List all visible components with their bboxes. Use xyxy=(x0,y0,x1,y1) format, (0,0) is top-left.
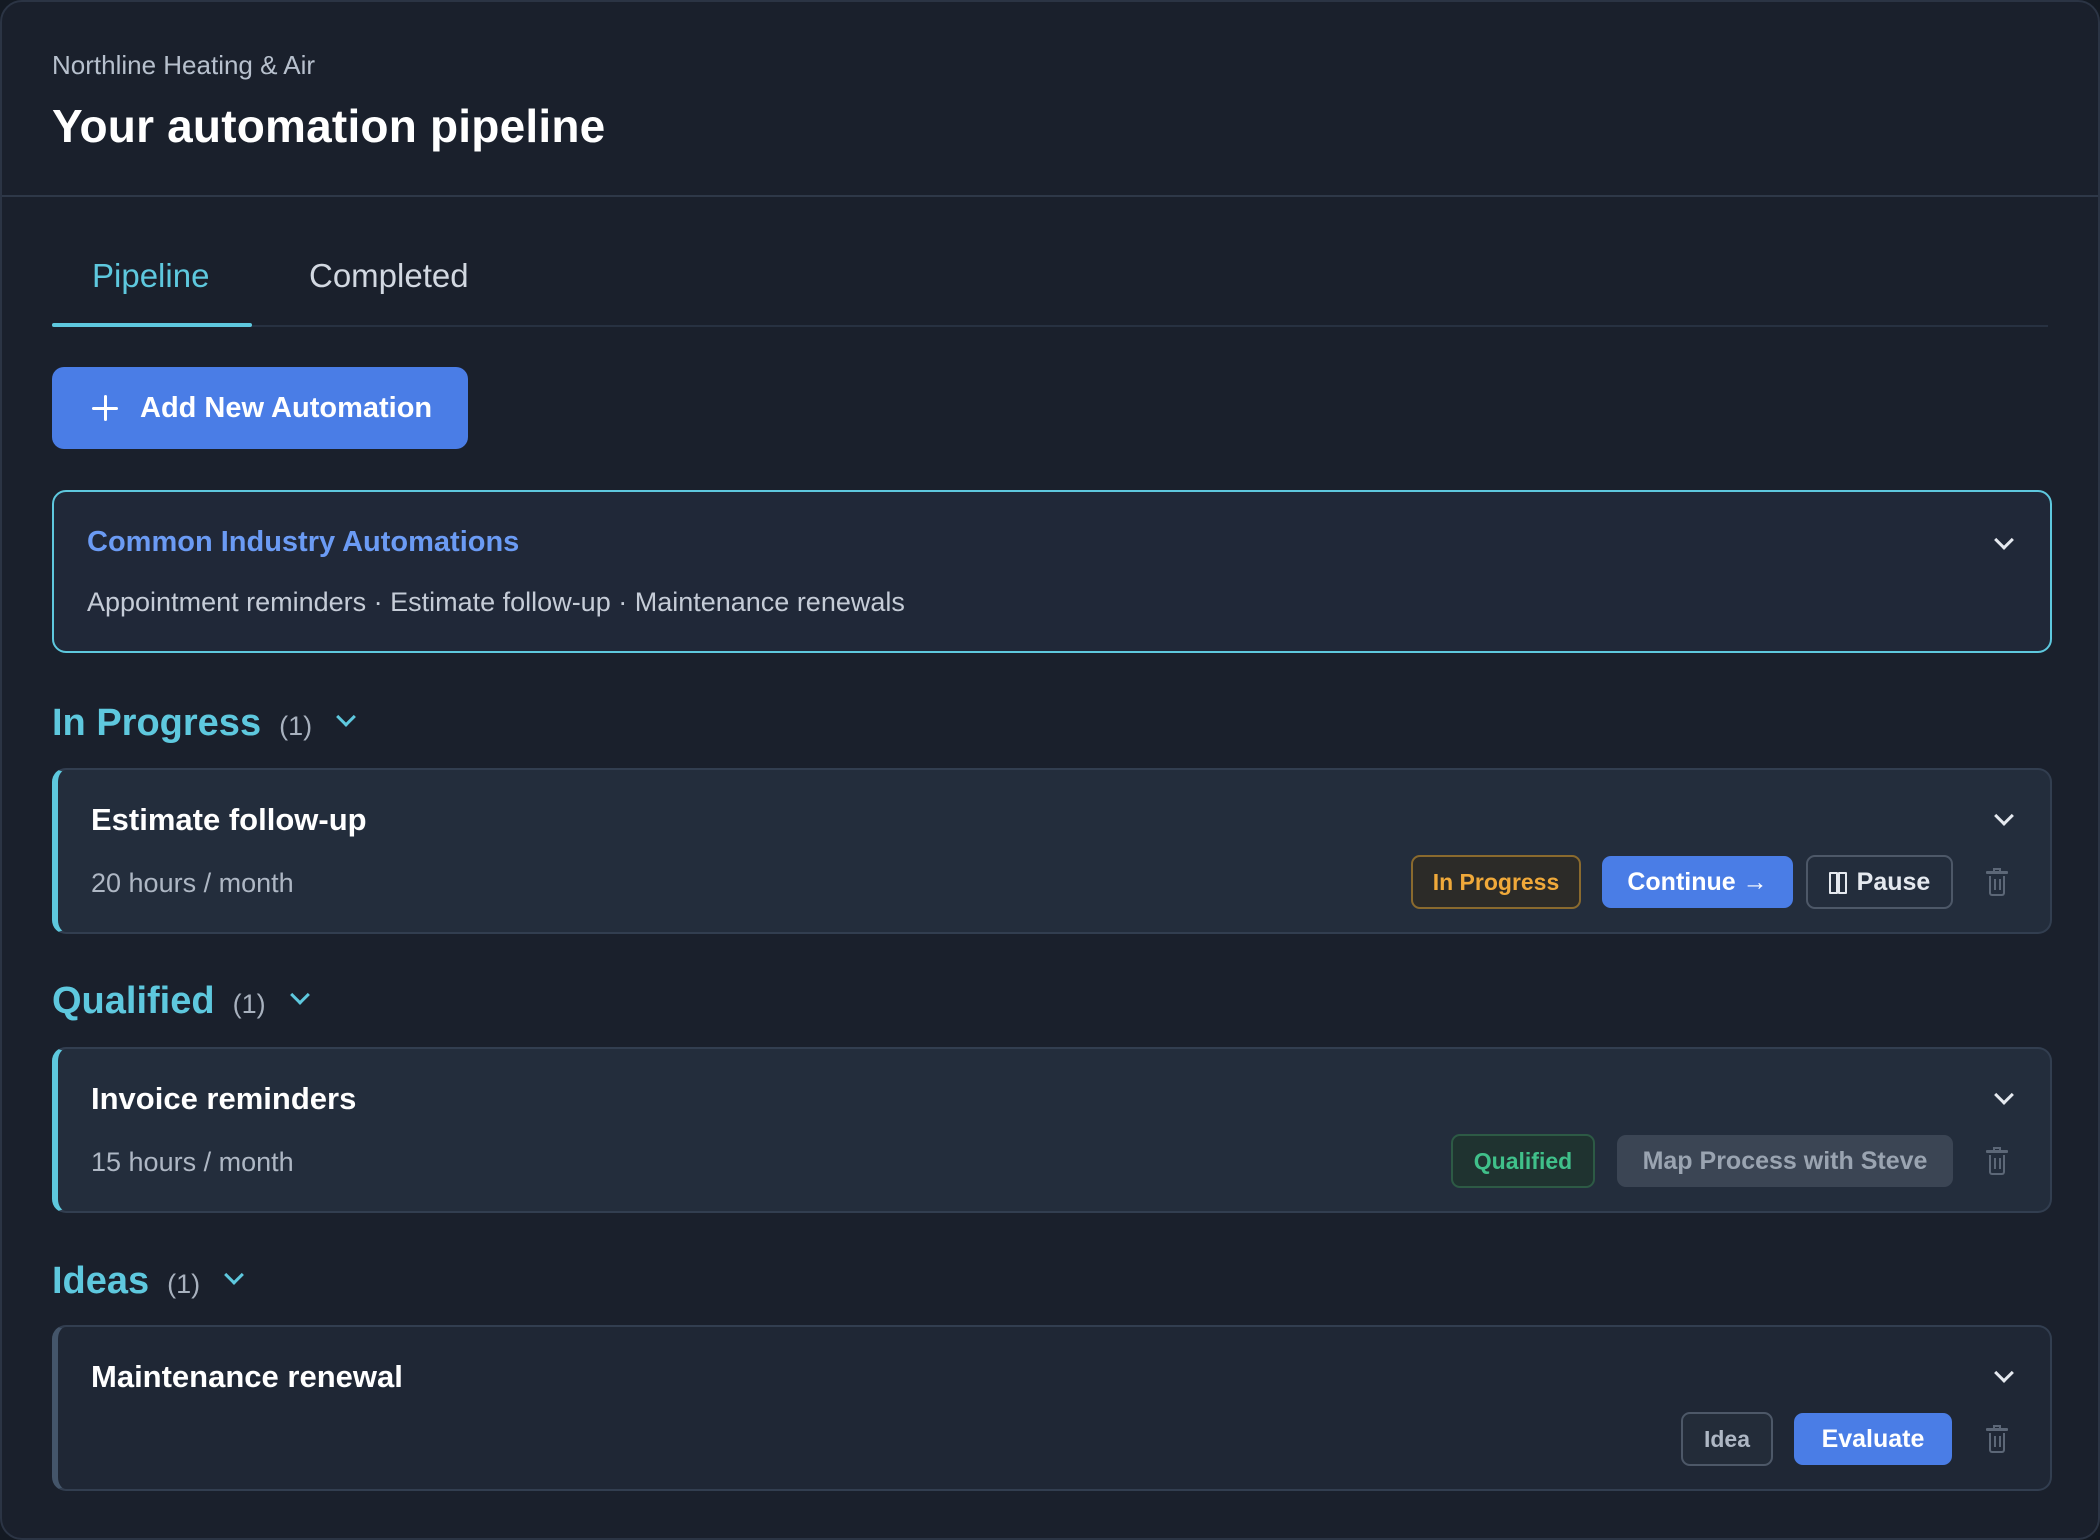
industry-items: Appointment reminders · Estimate follow-… xyxy=(87,587,905,617)
pause-label: Pause xyxy=(1856,867,1931,896)
common-industry-automations-panel[interactable]: Common Industry Automations Appointment … xyxy=(52,490,2052,653)
chevron-down-icon[interactable] xyxy=(224,1271,242,1289)
active-tab-indicator xyxy=(52,323,252,327)
section-title: Qualified xyxy=(52,980,215,1022)
chevron-down-icon[interactable] xyxy=(1994,1091,2012,1109)
section-ideas-header[interactable]: Ideas (1) xyxy=(52,1260,242,1303)
content-area: Pipeline Completed xyxy=(2,197,2098,327)
company-name: Northline Heating & Air xyxy=(52,50,316,80)
pipeline-panel: Northline Heating & Air Your automation … xyxy=(0,0,2100,1540)
section-title: Ideas xyxy=(52,1260,150,1302)
card-hours: 20 hours / month xyxy=(91,868,294,898)
card-hours: 15 hours / month xyxy=(91,1147,294,1177)
trash-icon[interactable] xyxy=(1986,1425,2008,1453)
status-badge: In Progress xyxy=(1411,855,1581,909)
status-badge: Qualified xyxy=(1451,1134,1595,1188)
card-title: Estimate follow-up xyxy=(91,802,367,837)
tab-completed-label: Completed xyxy=(309,257,469,294)
automation-card-estimate-follow-up[interactable]: Estimate follow-up 20 hours / month In P… xyxy=(52,768,2052,934)
tab-pipeline-label: Pipeline xyxy=(92,257,210,294)
map-process-button[interactable]: Map Process with Steve xyxy=(1617,1135,1953,1187)
section-count: (1) xyxy=(279,711,313,741)
add-new-automation-label: Add New Automation xyxy=(140,391,433,424)
page-header: Northline Heating & Air Your automation … xyxy=(2,2,2098,197)
tab-bar: Pipeline Completed xyxy=(52,197,2048,327)
trash-icon[interactable] xyxy=(1986,868,2008,896)
section-in-progress-header[interactable]: In Progress (1) xyxy=(52,702,354,745)
chevron-down-icon[interactable] xyxy=(290,991,308,1009)
evaluate-button[interactable]: Evaluate xyxy=(1794,1413,1952,1465)
chevron-down-icon[interactable] xyxy=(1994,812,2012,830)
pause-button[interactable]: Pause xyxy=(1806,855,1953,909)
add-new-automation-button[interactable]: Add New Automation xyxy=(52,367,468,449)
page-title: Your automation pipeline xyxy=(52,100,606,152)
chevron-down-icon[interactable] xyxy=(1994,536,2012,554)
chevron-down-icon[interactable] xyxy=(1994,1369,2012,1387)
automation-card-maintenance-renewal[interactable]: Maintenance renewal Idea Evaluate xyxy=(52,1325,2052,1491)
section-count: (1) xyxy=(167,1269,201,1299)
industry-title: Common Industry Automations xyxy=(87,526,520,558)
continue-button[interactable]: Continue → xyxy=(1602,856,1793,908)
status-badge: Idea xyxy=(1681,1412,1773,1466)
card-title: Invoice reminders xyxy=(91,1081,357,1116)
card-title: Maintenance renewal xyxy=(91,1359,403,1394)
section-count: (1) xyxy=(232,989,266,1019)
chevron-down-icon[interactable] xyxy=(336,713,354,731)
plus-icon xyxy=(92,395,118,421)
automation-card-invoice-reminders[interactable]: Invoice reminders 15 hours / month Quali… xyxy=(52,1047,2052,1213)
section-title: In Progress xyxy=(52,702,262,744)
tab-completed[interactable]: Completed xyxy=(309,257,469,327)
trash-icon[interactable] xyxy=(1986,1147,2008,1175)
tab-pipeline[interactable]: Pipeline xyxy=(92,257,209,327)
section-qualified-header[interactable]: Qualified (1) xyxy=(52,980,308,1023)
pause-icon xyxy=(1828,872,1847,894)
